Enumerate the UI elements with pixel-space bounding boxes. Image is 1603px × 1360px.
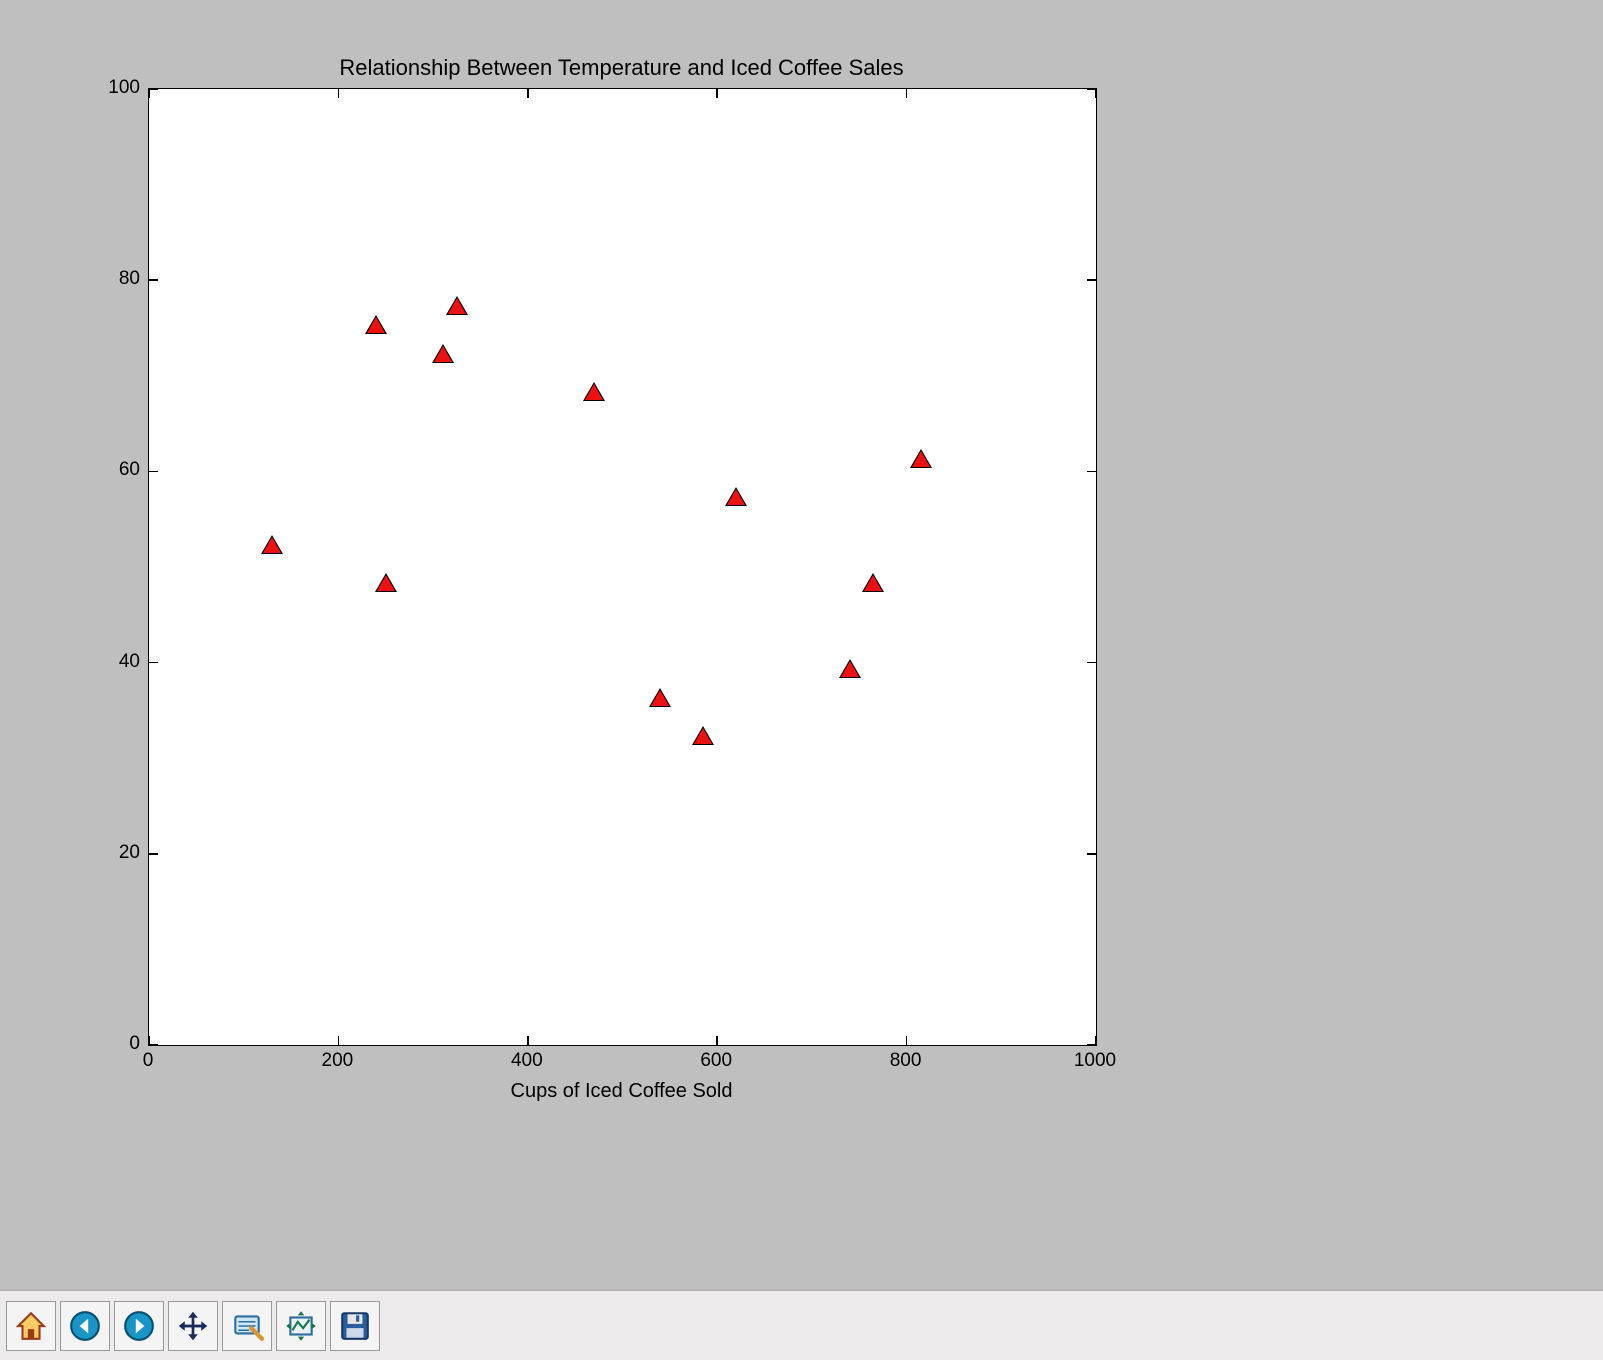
y-tick-label: 20 [90,842,140,864]
subplots-icon [284,1309,318,1343]
x-tick-label: 400 [511,1050,543,1072]
y-tick-label: 100 [90,77,140,99]
mpl-toolbar [0,1290,1603,1360]
pan-icon [176,1309,210,1343]
y-tick-label: 0 [90,1033,140,1055]
subplots-button[interactable] [276,1301,326,1351]
save-icon [338,1309,372,1343]
save-button[interactable] [330,1301,380,1351]
chart-title: Relationship Between Temperature and Ice… [148,55,1095,81]
data-point [694,728,712,744]
x-tick-label: 800 [890,1050,922,1072]
data-point [727,489,745,505]
y-tick-label: 40 [90,651,140,673]
zoom-button[interactable] [222,1301,272,1351]
x-axis-label: Cups of Iced Coffee Sold [148,1080,1095,1103]
y-tick-label: 60 [90,459,140,481]
home-button[interactable] [6,1301,56,1351]
figure-canvas: Relationship Between Temperature and Ice… [0,0,1603,1290]
forward-icon [122,1309,156,1343]
data-point [377,575,395,591]
data-point [864,575,882,591]
data-point [367,317,385,333]
x-tick-label: 1000 [1074,1050,1116,1072]
app-window: Relationship Between Temperature and Ice… [0,0,1603,1359]
data-point [912,451,930,467]
back-icon [68,1309,102,1343]
pan-button[interactable] [168,1301,218,1351]
back-button[interactable] [60,1301,110,1351]
forward-button[interactable] [114,1301,164,1351]
data-point [263,537,281,553]
zoom-icon [230,1309,264,1343]
x-tick-label: 200 [322,1050,354,1072]
x-tick-label: 600 [700,1050,732,1072]
y-tick-label: 80 [90,268,140,290]
x-tick-label: 0 [143,1050,154,1072]
data-point [448,298,466,314]
data-point [841,661,859,677]
plot-area [148,88,1097,1046]
data-point [585,384,603,400]
data-point [651,690,669,706]
home-icon [14,1309,48,1343]
data-point [434,346,452,362]
